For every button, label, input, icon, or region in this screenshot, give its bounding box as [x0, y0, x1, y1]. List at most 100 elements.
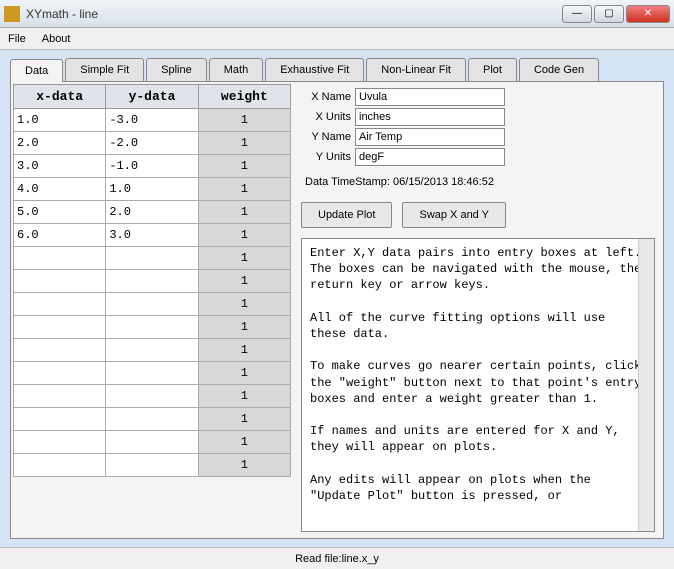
- titlebar: XYmath - line — ▢ ✕: [0, 0, 674, 28]
- weight-button[interactable]: 1: [198, 316, 290, 339]
- x-cell[interactable]: 1.0: [14, 109, 106, 132]
- yname-input[interactable]: [355, 128, 505, 146]
- y-cell[interactable]: [106, 270, 198, 293]
- y-cell[interactable]: 1.0: [106, 178, 198, 201]
- weight-button[interactable]: 1: [198, 339, 290, 362]
- x-cell[interactable]: [14, 408, 106, 431]
- weight-button[interactable]: 1: [198, 178, 290, 201]
- weight-button[interactable]: 1: [198, 408, 290, 431]
- tab-data[interactable]: Data: [10, 59, 63, 82]
- col-header-x: x-data: [14, 85, 106, 109]
- x-cell[interactable]: [14, 431, 106, 454]
- x-cell[interactable]: 2.0: [14, 132, 106, 155]
- yname-label: Y Name: [301, 131, 355, 143]
- col-header-y: y-data: [106, 85, 198, 109]
- yunits-input[interactable]: [355, 148, 505, 166]
- scrollbar[interactable]: [638, 239, 654, 531]
- y-cell[interactable]: 2.0: [106, 201, 198, 224]
- y-cell[interactable]: [106, 385, 198, 408]
- y-cell[interactable]: 3.0: [106, 224, 198, 247]
- x-cell[interactable]: [14, 362, 106, 385]
- table-row: 1: [14, 270, 291, 293]
- weight-button[interactable]: 1: [198, 201, 290, 224]
- weight-button[interactable]: 1: [198, 155, 290, 178]
- menu-file[interactable]: File: [8, 33, 26, 45]
- x-cell[interactable]: [14, 270, 106, 293]
- y-cell[interactable]: [106, 362, 198, 385]
- y-cell[interactable]: [106, 247, 198, 270]
- tab-exhaustive-fit[interactable]: Exhaustive Fit: [265, 58, 364, 81]
- y-cell[interactable]: -2.0: [106, 132, 198, 155]
- status-bar: Read file:line.x_y: [0, 547, 674, 569]
- table-row: 1: [14, 408, 291, 431]
- menu-about[interactable]: About: [42, 33, 71, 45]
- window-title: XYmath - line: [26, 7, 562, 21]
- table-row: 1: [14, 293, 291, 316]
- table-row: 6.03.01: [14, 224, 291, 247]
- y-cell[interactable]: [106, 293, 198, 316]
- table-row: 1: [14, 339, 291, 362]
- tab-bar: DataSimple FitSplineMathExhaustive FitNo…: [10, 58, 664, 82]
- y-cell[interactable]: [106, 339, 198, 362]
- table-row: 1: [14, 316, 291, 339]
- table-row: 2.0-2.01: [14, 132, 291, 155]
- y-cell[interactable]: [106, 408, 198, 431]
- app-icon: [4, 6, 20, 22]
- table-row: 3.0-1.01: [14, 155, 291, 178]
- menubar: File About: [0, 28, 674, 50]
- x-cell[interactable]: 5.0: [14, 201, 106, 224]
- table-row: 4.01.01: [14, 178, 291, 201]
- update-plot-button[interactable]: Update Plot: [301, 202, 392, 228]
- weight-button[interactable]: 1: [198, 132, 290, 155]
- table-row: 1.0-3.01: [14, 109, 291, 132]
- x-cell[interactable]: [14, 293, 106, 316]
- weight-button[interactable]: 1: [198, 293, 290, 316]
- y-cell[interactable]: [106, 431, 198, 454]
- table-row: 5.02.01: [14, 201, 291, 224]
- data-timestamp: Data TimeStamp: 06/15/2013 18:46:52: [305, 176, 655, 188]
- y-cell[interactable]: [106, 316, 198, 339]
- tab-simple-fit[interactable]: Simple Fit: [65, 58, 144, 81]
- tab-code-gen[interactable]: Code Gen: [519, 58, 599, 81]
- weight-button[interactable]: 1: [198, 109, 290, 132]
- status-text: Read file:line.x_y: [295, 553, 379, 565]
- weight-button[interactable]: 1: [198, 454, 290, 477]
- close-button[interactable]: ✕: [626, 5, 670, 23]
- y-cell[interactable]: -1.0: [106, 155, 198, 178]
- table-row: 1: [14, 385, 291, 408]
- data-table: x-data y-data weight 1.0-3.012.0-2.013.0…: [13, 84, 291, 477]
- x-cell[interactable]: [14, 339, 106, 362]
- table-row: 1: [14, 362, 291, 385]
- x-cell[interactable]: 4.0: [14, 178, 106, 201]
- minimize-button[interactable]: —: [562, 5, 592, 23]
- maximize-button[interactable]: ▢: [594, 5, 624, 23]
- x-cell[interactable]: [14, 247, 106, 270]
- x-cell[interactable]: 3.0: [14, 155, 106, 178]
- y-cell[interactable]: -3.0: [106, 109, 198, 132]
- weight-button[interactable]: 1: [198, 224, 290, 247]
- yunits-label: Y Units: [301, 151, 355, 163]
- xunits-label: X Units: [301, 111, 355, 123]
- x-cell[interactable]: [14, 454, 106, 477]
- tab-math[interactable]: Math: [209, 58, 263, 81]
- swap-xy-button[interactable]: Swap X and Y: [402, 202, 506, 228]
- weight-button[interactable]: 1: [198, 247, 290, 270]
- x-cell[interactable]: [14, 316, 106, 339]
- xname-label: X Name: [301, 91, 355, 103]
- tab-spline[interactable]: Spline: [146, 58, 207, 81]
- table-row: 1: [14, 431, 291, 454]
- table-row: 1: [14, 454, 291, 477]
- xunits-input[interactable]: [355, 108, 505, 126]
- help-text: Enter X,Y data pairs into entry boxes at…: [301, 238, 655, 532]
- table-row: 1: [14, 247, 291, 270]
- weight-button[interactable]: 1: [198, 431, 290, 454]
- weight-button[interactable]: 1: [198, 270, 290, 293]
- tab-non-linear-fit[interactable]: Non-Linear Fit: [366, 58, 466, 81]
- x-cell[interactable]: [14, 385, 106, 408]
- tab-plot[interactable]: Plot: [468, 58, 517, 81]
- weight-button[interactable]: 1: [198, 362, 290, 385]
- weight-button[interactable]: 1: [198, 385, 290, 408]
- xname-input[interactable]: [355, 88, 505, 106]
- y-cell[interactable]: [106, 454, 198, 477]
- x-cell[interactable]: 6.0: [14, 224, 106, 247]
